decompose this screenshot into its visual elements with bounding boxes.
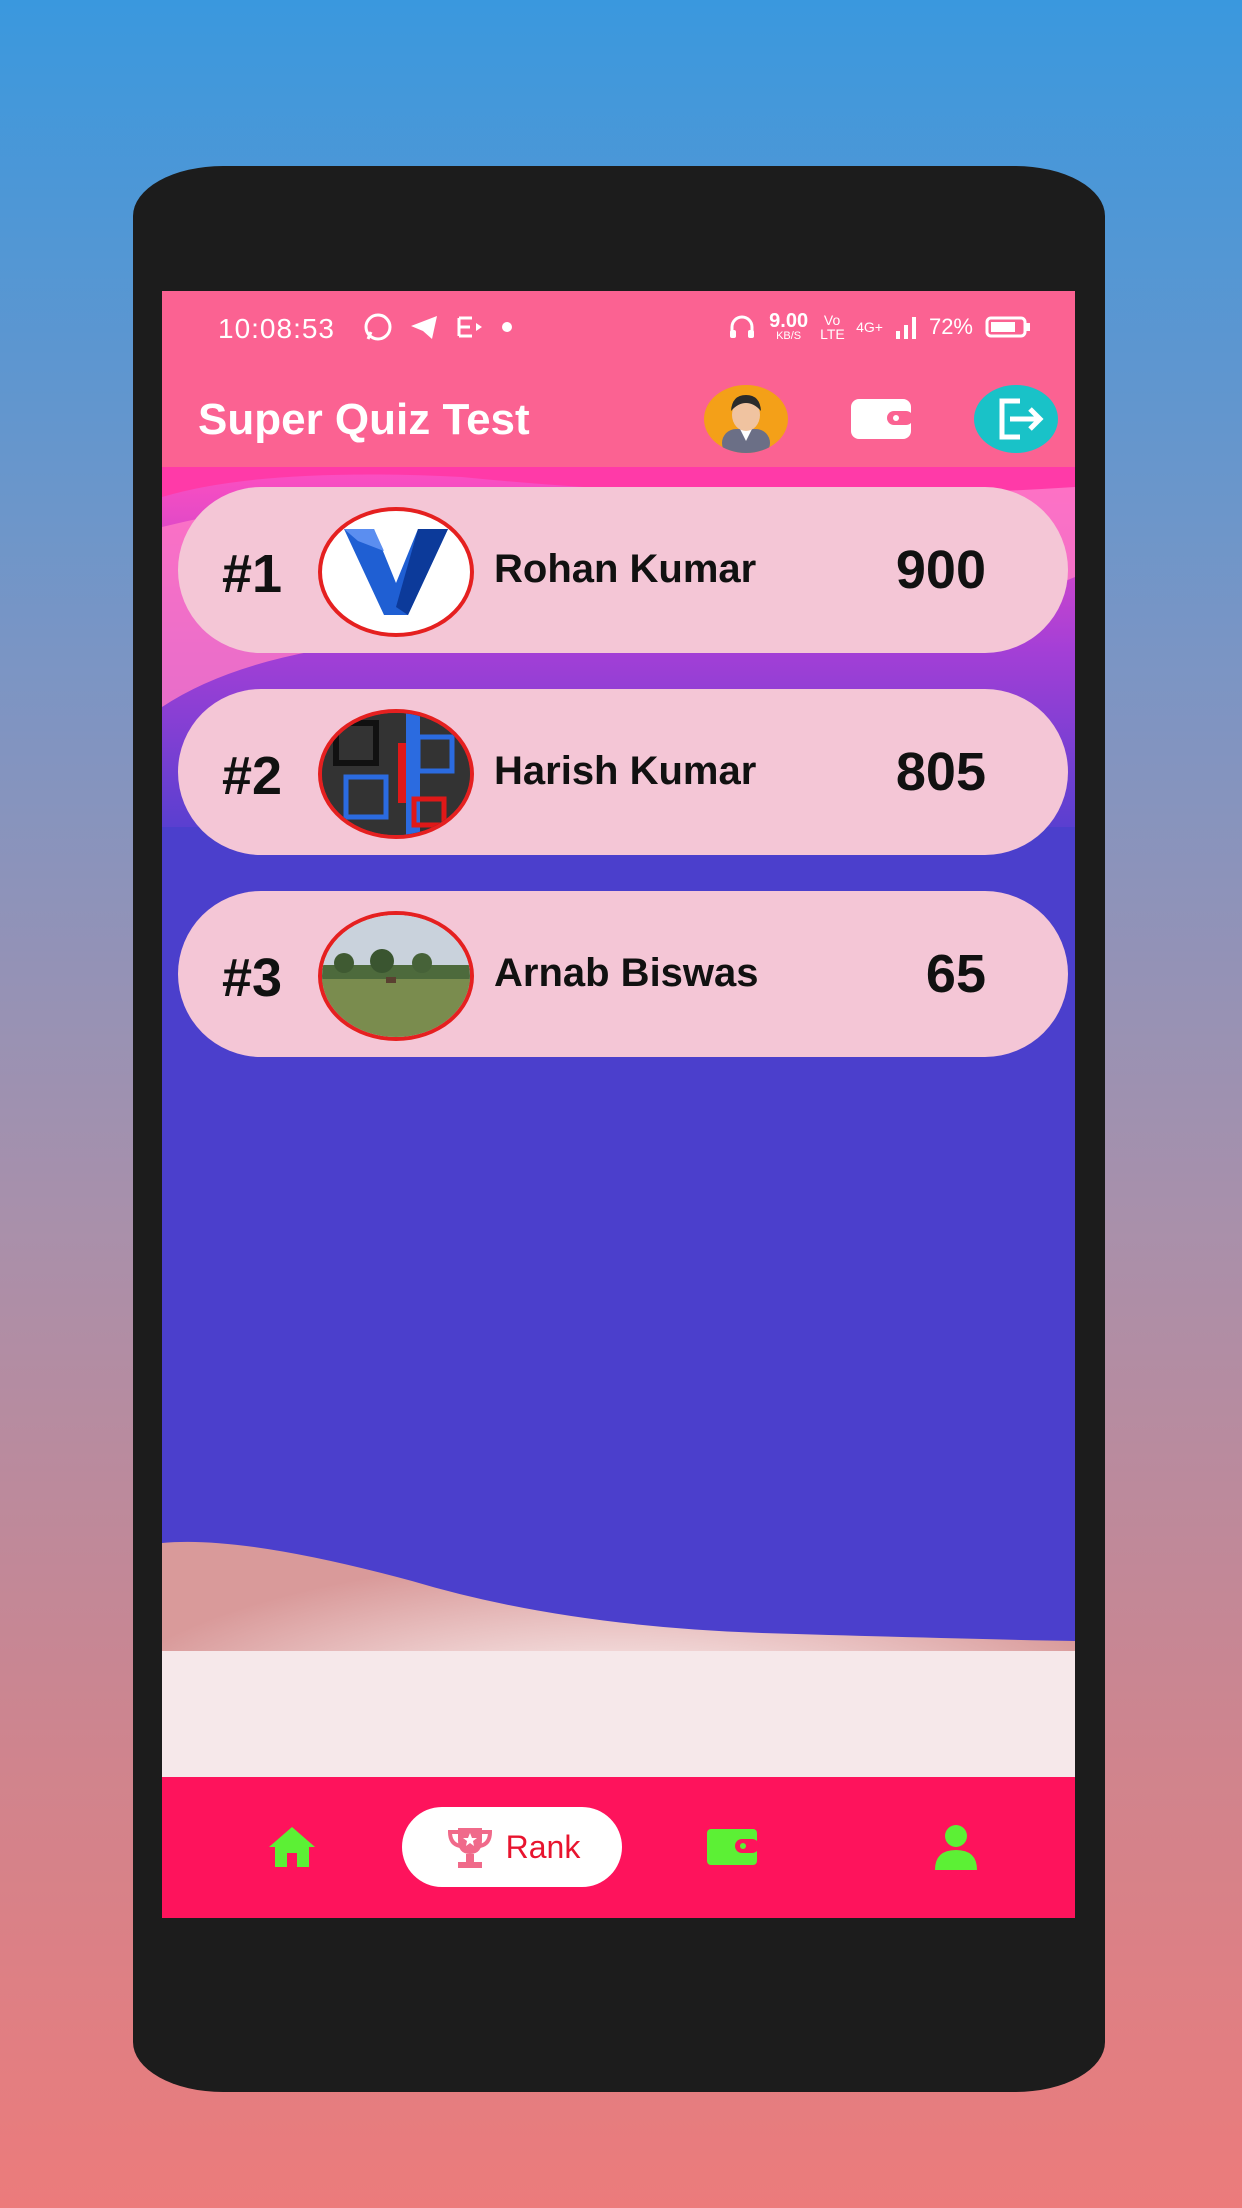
telegram-icon [411, 316, 437, 339]
rank-number: #2 [222, 746, 283, 806]
player-avatar [318, 709, 474, 839]
leaderboard-row[interactable]: #2 Harish Kumar 805 [178, 689, 1068, 855]
volte-indicator: Vo LTE [820, 311, 845, 342]
player-name: Rohan Kumar [494, 547, 757, 591]
app-screen: 10:08:53 9.00 KB/S Vo LTE 4G+ 72% Super … [162, 291, 1075, 1918]
user-avatar-icon [722, 395, 770, 453]
leaderboard-row[interactable]: #3 Arnab Biswas 65 [178, 891, 1068, 1057]
dot-icon [502, 322, 512, 332]
field-landscape-image [322, 915, 470, 1037]
network-speed: 9.00 KB/S [769, 310, 809, 342]
app-title: Super Quiz Test [198, 395, 530, 444]
app-notification-icon [457, 316, 482, 338]
nav-wallet-tab[interactable] [702, 1807, 762, 1887]
trophy-icon [447, 1828, 492, 1868]
logout-button[interactable] [974, 385, 1058, 453]
signal-icon [895, 316, 916, 339]
player-score: 900 [895, 540, 986, 600]
battery-icon [985, 316, 1030, 337]
status-indicators: 9.00 KB/S Vo LTE 4G+ 72% [727, 311, 1031, 342]
profile-avatar-button[interactable] [704, 385, 788, 453]
player-avatar [318, 911, 474, 1041]
user-icon [935, 1825, 977, 1870]
rank-number: #3 [222, 948, 283, 1008]
bottom-nav-bar: Rank [162, 1777, 1075, 1918]
rank-number: #1 [222, 544, 283, 604]
content-footer-area [162, 1651, 1075, 1777]
leaderboard-row[interactable]: #1 Rohan Kumar 900 [178, 487, 1068, 653]
wallet-button[interactable] [849, 395, 913, 441]
status-time: 10:08:53 [218, 313, 335, 344]
nav-rank-tab[interactable]: Rank [402, 1807, 622, 1887]
wallet-icon [851, 399, 913, 439]
battery-percent: 72% [928, 313, 973, 339]
nav-home-tab[interactable] [262, 1807, 322, 1887]
network-type: 4G+ [856, 318, 883, 335]
whatsapp-icon [364, 313, 392, 341]
player-avatar [318, 507, 474, 637]
notification-icons [362, 311, 514, 343]
player-score: 65 [925, 944, 986, 1004]
status-bar: 10:08:53 9.00 KB/S Vo LTE 4G+ 72% [162, 291, 1075, 367]
nav-profile-tab[interactable] [926, 1807, 986, 1887]
player-name: Arnab Biswas [494, 951, 759, 995]
headset-icon [730, 315, 755, 338]
wallet-icon [707, 1829, 759, 1865]
player-score: 805 [895, 742, 986, 802]
home-icon [269, 1827, 315, 1867]
player-name: Harish Kumar [494, 749, 757, 793]
nav-rank-label: Rank [505, 1828, 581, 1865]
v-logo-icon [344, 529, 448, 615]
logout-icon [999, 398, 1044, 440]
abstract-squares-image [322, 713, 470, 835]
app-bar: Super Quiz Test [162, 367, 1075, 467]
